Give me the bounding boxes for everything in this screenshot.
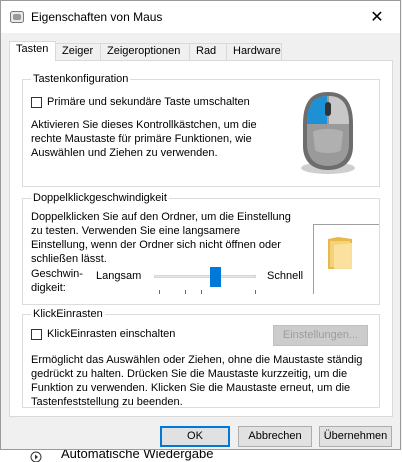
cancel-button[interactable]: Abbrechen: [238, 426, 312, 447]
swap-buttons-checkbox[interactable]: [31, 97, 42, 108]
speed-label-2: digkeit:: [31, 282, 66, 294]
apply-button[interactable]: Übernehmen: [319, 426, 392, 447]
clicklock-desc-3: Funktion zu verwenden. Klicken Sie die M…: [31, 382, 351, 394]
button-config-desc-2: rechte Maustaste für primäre Funktionen,…: [31, 133, 252, 145]
double-click-desc-1: Doppelklicken Sie auf den Ordner, um die…: [31, 211, 291, 223]
double-click-desc-3: Einstellung, wenn der Ordner sich nicht …: [31, 239, 281, 251]
tab-tasten[interactable]: Tasten: [9, 41, 56, 61]
group-label-clicklock: KlickEinrasten: [31, 307, 105, 321]
clicklock-checkbox-label[interactable]: KlickEinrasten einschalten: [47, 327, 175, 341]
slider-tick: [255, 290, 256, 294]
autoplay-label[interactable]: Automatische Wiedergabe: [61, 450, 213, 461]
slider-tick: [159, 290, 160, 294]
mouse-properties-window: Eigenschaften von Maus ✕ Tasten Zeiger Z…: [0, 0, 401, 450]
play-icon: [30, 451, 42, 462]
swap-buttons-label[interactable]: Primäre und sekundäre Taste umschalten: [47, 95, 250, 109]
group-label-button-config: Tastenkonfiguration: [31, 72, 131, 86]
clicklock-desc-2: gedrückt zu halten. Drücken Sie die Maus…: [31, 368, 348, 380]
clicklock-settings-button[interactable]: Einstellungen...: [273, 325, 368, 346]
folder-icon[interactable]: [326, 235, 354, 271]
speed-slider-thumb[interactable]: [209, 267, 221, 287]
speed-slider-track[interactable]: [154, 275, 256, 278]
speed-label-1: Geschwin-: [31, 268, 83, 280]
close-icon: ✕: [370, 8, 384, 26]
double-click-group: Doppelklickgeschwindigkeit Doppelklicken…: [22, 191, 380, 305]
clicklock-desc-4: Tastenfeststellung zu beenden.: [31, 396, 183, 408]
mouse-illustration-icon: [301, 92, 355, 174]
group-label-double-click: Doppelklickgeschwindigkeit: [31, 191, 169, 205]
close-button[interactable]: ✕: [354, 1, 400, 32]
clicklock-desc-1: Ermöglicht das Auswählen oder Ziehen, oh…: [31, 354, 363, 366]
tab-rad[interactable]: Rad: [189, 43, 227, 60]
button-config-desc-1: Aktivieren Sie dieses Kontrollkästchen, …: [31, 119, 257, 131]
background-window-strip: Automatische Wiedergabe: [0, 450, 402, 462]
slider-tick: [185, 290, 186, 294]
tab-zeiger[interactable]: Zeiger: [55, 43, 101, 60]
tab-panel: Tastenkonfiguration Primäre und sekundär…: [9, 60, 393, 417]
ok-button[interactable]: OK: [160, 426, 230, 447]
window-title: Eigenschaften von Maus: [31, 10, 163, 24]
tab-hardware[interactable]: Hardware: [226, 43, 282, 60]
button-config-desc-3: Auswählen und Ziehen zu verwenden.: [31, 147, 218, 159]
double-click-desc-4: schließen lässt.: [31, 253, 107, 265]
slider-fast-label: Schnell: [267, 270, 304, 282]
slider-tick: [201, 290, 202, 294]
tab-zeigeroptionen[interactable]: Zeigeroptionen: [100, 43, 190, 60]
slider-slow-label: Langsam: [96, 270, 142, 282]
double-click-test-area[interactable]: [313, 224, 379, 294]
mouse-icon: [10, 11, 24, 23]
clicklock-checkbox[interactable]: [31, 329, 42, 340]
clicklock-group: KlickEinrasten KlickEinrasten einschalte…: [22, 307, 380, 408]
title-bar[interactable]: Eigenschaften von Maus ✕: [1, 1, 400, 33]
button-config-group: Tastenkonfiguration Primäre und sekundär…: [22, 72, 380, 187]
double-click-desc-2: zu testen. Verwenden Sie eine langsamere: [31, 225, 241, 237]
